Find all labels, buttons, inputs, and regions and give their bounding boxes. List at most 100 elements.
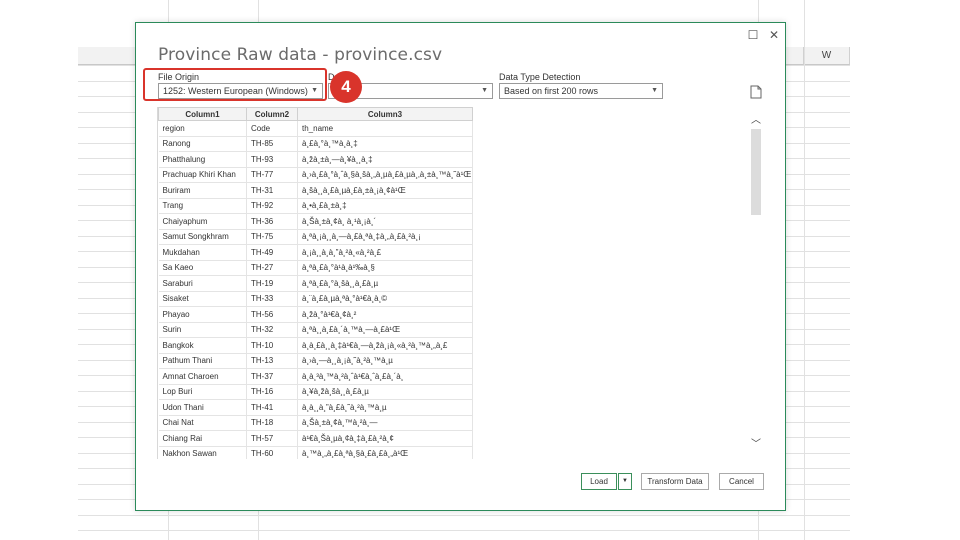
table-row: Sisaket TH-33 à¸¨à¸£à¸µà¸ªà¸°à¹€à¸à¸© [158, 291, 473, 307]
table-cell: Chaiyaphum [158, 213, 247, 230]
table-row: Phatthalung TH-93 à¸žà¸±à¸—à¸¥à¸¸à¸‡ [158, 151, 473, 168]
table-cell: TH-57 [246, 430, 298, 447]
table-cell: à¸Šà¸±à¸¢à¸ à¸¹à¸¡à¸´ [297, 213, 473, 230]
table-cell: à¸›à¸—à¸¸à¸¡à¸˜à¸²à¸™à¸µ [297, 353, 473, 369]
table-cell: à¸™à¸„à¸£à¸ªà¸§à¸£à¸£à¸„à¹Œ [297, 446, 473, 459]
table-cell: Samut Songkhram [158, 229, 247, 245]
table-cell: TH-18 [246, 415, 298, 431]
table-cell: à¸žà¸±à¸—à¸¥à¸¸à¸‡ [297, 151, 473, 168]
table-cell: TH-36 [246, 213, 298, 230]
table-cell: TH-33 [246, 291, 298, 307]
table-cell: Bangkok [158, 337, 247, 354]
table-cell: à¸Šà¸±à¸¢à¸™à¸²à¸— [297, 415, 473, 431]
table-row: Pathum Thani TH-13 à¸›à¸—à¸¸à¸¡à¸˜à¸²à¸™à¸… [158, 353, 473, 369]
transform-data-button[interactable]: Transform Data [641, 473, 709, 490]
table-cell: TH-13 [246, 353, 298, 369]
highlight-box [143, 68, 327, 101]
table-cell: TH-75 [246, 229, 298, 245]
table-cell: th_name [297, 120, 473, 137]
table-cell: TH-32 [246, 322, 298, 338]
table-cell: Saraburi [158, 275, 247, 292]
table-cell: region [158, 120, 247, 137]
scroll-up-icon[interactable]: ︿ [750, 115, 762, 127]
table-cell: TH-93 [246, 151, 298, 168]
gridline [78, 530, 850, 531]
table-cell: Chai Nat [158, 415, 247, 431]
table-row: Udon Thani TH-41 à¸­à¸¸à¸”à¸£à¸˜à¸²à¸™à¸µ [158, 399, 473, 416]
table-cell: à¸¨à¸£à¸µà¸ªà¸°à¹€à¸à¸© [297, 291, 473, 307]
table-row: Saraburi TH-19 à¸ªà¸£à¸°à¸šà¸¸à¸£à¸µ [158, 275, 473, 292]
table-cell: à¸ªà¸£à¸°à¸šà¸¸à¸£à¸µ [297, 275, 473, 292]
table-cell: TH-85 [246, 136, 298, 152]
preview-table: Column1 Column2 Column3 region Code th_nam… [158, 107, 473, 459]
table-cell: TH-60 [246, 446, 298, 459]
table-cell: Chiang Rai [158, 430, 247, 447]
table-cell: Sa Kaeo [158, 260, 247, 276]
table-row: Chai Nat TH-18 à¸Šà¸±à¸¢à¸™à¸²à¸— [158, 415, 473, 431]
scroll-down-icon[interactable]: ﹀ [750, 439, 762, 451]
table-cell: TH-41 [246, 399, 298, 416]
table-cell: à¸¥à¸žà¸šà¸¸à¸£à¸µ [297, 384, 473, 400]
table-cell: à¸›à¸£à¸°à¸ˆà¸§à¸šà¸„à¸µà¸£à¸µà¸‚à¸±à¸™à… [297, 167, 473, 183]
table-cell: Amnat Charoen [158, 368, 247, 385]
table-cell: Sisaket [158, 291, 247, 307]
table-cell: Ranong [158, 136, 247, 152]
table-cell: Udon Thani [158, 399, 247, 416]
table-row: Phayao TH-56 à¸žà¸°à¹€à¸¢à¸² [158, 306, 473, 323]
maximize-icon[interactable]: ☐ [745, 27, 761, 43]
table-cell: Nakhon Sawan [158, 446, 247, 459]
table-cell: Surin [158, 322, 247, 338]
cancel-button[interactable]: Cancel [719, 473, 764, 490]
table-row: Samut Songkhram TH-75 à¸ªà¸¡à¸¸à¸—à¸£à¸ªà¸… [158, 229, 473, 245]
load-button[interactable]: Load [581, 473, 617, 490]
table-cell: à¸­à¸³à¸™à¸²à¸ˆà¹€à¸ˆà¸£à¸´à¸ [297, 368, 473, 385]
table-row: Mukdahan TH-49 à¸¡à¸¸à¸à¸”à¸²à¸«à¸²à¸£ [158, 244, 473, 261]
table-row: Chiang Rai TH-57 à¹€à¸Šà¸µà¸¢à¸‡à¸£à¸²à¸¢ [158, 430, 473, 447]
table-cell: TH-77 [246, 167, 298, 183]
data-type-detection-select[interactable]: Based on first 200 rows ▼ [499, 83, 663, 99]
table-cell: Trang [158, 198, 247, 214]
table-row: Surin TH-32 à¸ªà¸¸à¸£à¸´à¸™à¸—à¸£à¹Œ [158, 322, 473, 338]
table-cell: à¹€à¸Šà¸µà¸¢à¸‡à¸£à¸²à¸¢ [297, 430, 473, 447]
table-cell: Buriram [158, 182, 247, 199]
table-cell: à¸£à¸°à¸™à¸­à¸‡ [297, 136, 473, 152]
table-cell: à¸¡à¸¸à¸à¸”à¸²à¸«à¸²à¸£ [297, 244, 473, 261]
step-badge: 4 [330, 71, 362, 103]
gridline [78, 514, 850, 516]
table-row: Sa Kaeo TH-27 à¸ªà¸£à¸°à¹à¸à¹‰à¸§ [158, 260, 473, 276]
table-cell: Prachuap Khiri Khan [158, 167, 247, 183]
table-row: Nakhon Sawan TH-60 à¸™à¸„à¸£à¸ªà¸§à¸£à¸£à¸… [158, 446, 473, 459]
load-dropdown-icon[interactable]: ▼ [618, 473, 632, 490]
close-icon[interactable]: ✕ [766, 27, 782, 43]
column2-header: Column2 [246, 107, 298, 121]
table-row: Lop Buri TH-16 à¸¥à¸žà¸šà¸¸à¸£à¸µ [158, 384, 473, 400]
table-cell: Lop Buri [158, 384, 247, 400]
table-cell: Code [246, 120, 298, 137]
table-cell: TH-19 [246, 275, 298, 292]
document-settings-icon[interactable] [750, 85, 762, 99]
table-row: Prachuap Khiri Khan TH-77 à¸›à¸£à¸°à¸ˆà¸§à… [158, 167, 473, 183]
preview-scrollbar[interactable]: ︿ ﹀ [750, 115, 762, 451]
table-row: Chaiyaphum TH-36 à¸Šà¸±à¸¢à¸ à¸¹à¸¡à¸´ [158, 213, 473, 230]
dialog-title: Province Raw data - province.csv [158, 45, 443, 65]
chevron-down-icon: ▼ [651, 87, 658, 94]
column-header-w[interactable]: W [804, 47, 850, 65]
table-cell: à¸ªà¸¡à¸¸à¸—à¸£à¸ªà¸‡à¸„à¸£à¸²à¸¡ [297, 229, 473, 245]
table-row: Amnat Charoen TH-37 à¸­à¸³à¸™à¸²à¸ˆà¹€à¸ˆà… [158, 368, 473, 385]
scroll-thumb[interactable] [751, 129, 761, 215]
column3-header: Column3 [297, 107, 473, 121]
table-row: Bangkok TH-10 à¸à¸£à¸¸à¸‡à¹€à¸—à¸žà¸¡à¸«à¸… [158, 337, 473, 354]
data-type-detection-value: Based on first 200 rows [504, 86, 599, 96]
table-row: Trang TH-92 à¸•à¸£à¸±à¸‡ [158, 198, 473, 214]
table-row: region Code th_name [158, 120, 473, 137]
chevron-down-icon: ▼ [481, 87, 488, 94]
table-row: Ranong TH-85 à¸£à¸°à¸™à¸­à¸‡ [158, 136, 473, 152]
table-cell: à¸à¸£à¸¸à¸‡à¹€à¸—à¸žà¸¡à¸«à¸²à¸™à¸„à¸£ [297, 337, 473, 354]
table-cell: Mukdahan [158, 244, 247, 261]
table-cell: à¸žà¸°à¹€à¸¢à¸² [297, 306, 473, 323]
data-type-detection-label: Data Type Detection [499, 72, 581, 82]
table-cell: TH-56 [246, 306, 298, 323]
table-cell: TH-16 [246, 384, 298, 400]
table-cell: Pathum Thani [158, 353, 247, 369]
table-cell: à¸•à¸£à¸±à¸‡ [297, 198, 473, 214]
